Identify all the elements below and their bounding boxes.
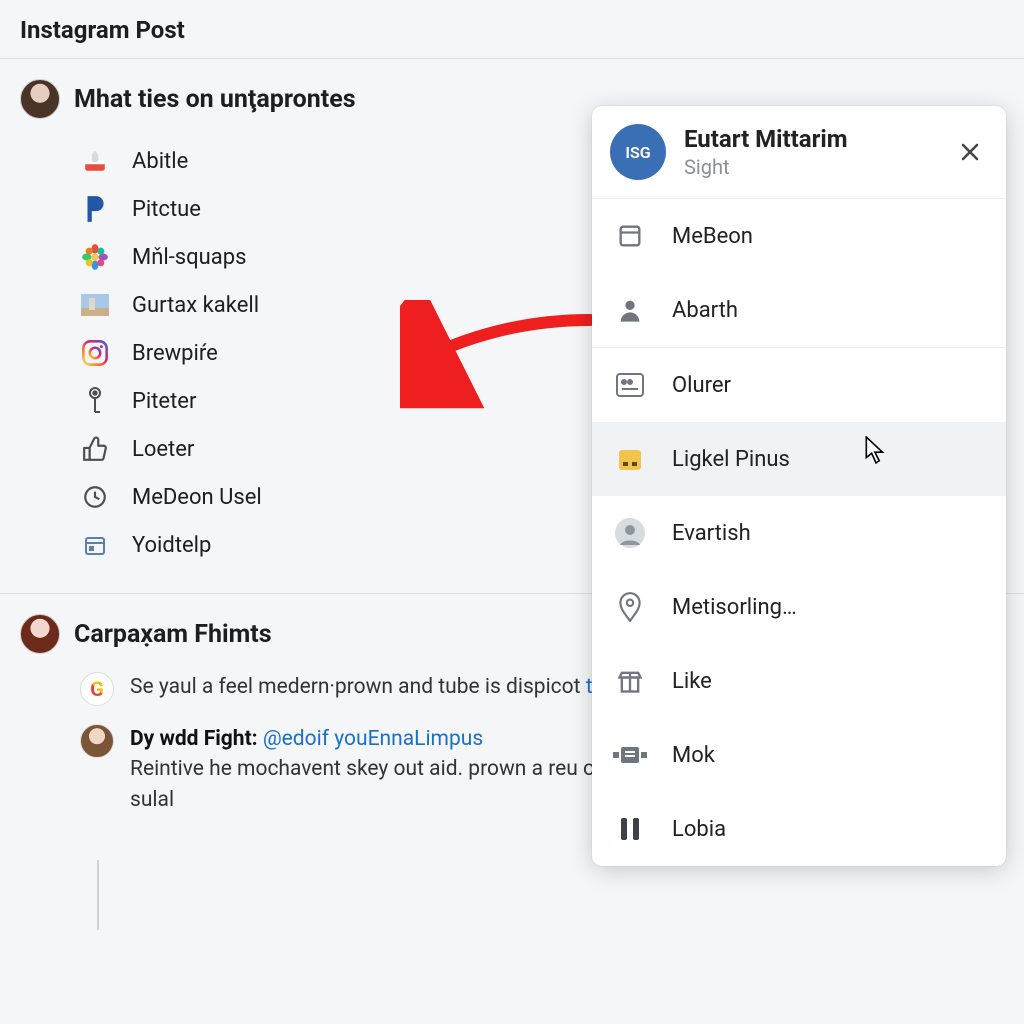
popup-header: ISG Eutart Mittarim Sight	[592, 106, 1006, 199]
list-item-label: MeDeon Usel	[132, 485, 262, 510]
popup-item-olurer[interactable]: Olurer	[592, 348, 1006, 422]
list-item-label: Piteter	[132, 389, 196, 414]
section-title: Carpax̣am Fhimts	[74, 620, 272, 649]
popup-item-label: Evartish	[672, 521, 751, 546]
author-avatar[interactable]	[20, 79, 60, 119]
thumbs-up-icon	[80, 434, 110, 464]
list-item-label: Loeter	[132, 437, 194, 462]
popup-item-lobia[interactable]: Lobia	[592, 792, 1006, 866]
close-button[interactable]	[952, 134, 988, 170]
popup-subtitle: Sight	[684, 155, 848, 179]
list-item-label: Pitctue	[132, 197, 201, 222]
thread-line	[97, 860, 99, 930]
list-item-label: Mňl-squaps	[132, 245, 246, 270]
person-icon	[612, 292, 648, 328]
popup-item-label: Olurer	[672, 373, 731, 398]
stamp-icon	[80, 146, 110, 176]
popup-title: Eutart Mittarim	[684, 125, 848, 153]
context-popup: ISG Eutart Mittarim Sight MeBeon Abarth …	[592, 106, 1006, 866]
flower-icon	[80, 242, 110, 272]
popup-item-label: Ligkel Pinus	[672, 447, 790, 472]
popup-item-mok[interactable]: Mok	[592, 718, 1006, 792]
popup-item-mebeon[interactable]: MeBeon	[592, 199, 1006, 273]
reply-avatar[interactable]	[80, 724, 114, 758]
popup-item-label: MeBeon	[672, 224, 753, 249]
list-item-label: Abitle	[132, 149, 188, 174]
present-icon	[612, 663, 648, 699]
avatar-grey-icon	[612, 515, 648, 551]
device-icon	[612, 737, 648, 773]
popup-item-label: Lobia	[672, 817, 726, 842]
page-title: Instagram Post	[0, 0, 1024, 59]
author-avatar[interactable]	[20, 614, 60, 654]
card-icon	[612, 367, 648, 403]
list-item-label: Yoidtelp	[132, 533, 211, 558]
list-item-label: Gurtax kakell	[132, 293, 259, 318]
photo-thumb-icon	[80, 290, 110, 320]
instagram-icon	[80, 338, 110, 368]
popup-item-like[interactable]: Like	[592, 644, 1006, 718]
calendar-icon	[80, 530, 110, 560]
box-yellow-icon	[612, 441, 648, 477]
p-letter-icon	[80, 194, 110, 224]
popup-item-label: Like	[672, 669, 712, 694]
mention-link[interactable]: @edoif youEnnaLimpus	[263, 727, 483, 751]
popup-item-evartish[interactable]: Evartish	[592, 496, 1006, 570]
popup-item-label: Abarth	[672, 298, 738, 323]
popup-item-ligkel-pinus[interactable]: Ligkel Pinus	[592, 422, 1006, 496]
close-icon	[958, 140, 982, 164]
section-title: Mhat ties on unţaprontes	[74, 85, 356, 114]
key-icon	[80, 386, 110, 416]
clock-icon	[80, 482, 110, 512]
popup-item-label: Mok	[672, 743, 715, 768]
pause-icon	[612, 811, 648, 847]
popup-item-label: Metisorling…	[672, 595, 797, 620]
popup-item-metisorling[interactable]: Metisorling…	[592, 570, 1006, 644]
popup-item-abarth[interactable]: Abarth	[592, 273, 1006, 347]
window-icon	[612, 218, 648, 254]
pin-icon	[612, 589, 648, 625]
google-avatar-icon[interactable]: G	[80, 672, 114, 706]
popup-badge-icon: ISG	[610, 124, 666, 180]
list-item-label: Brewpiŕe	[132, 341, 218, 366]
